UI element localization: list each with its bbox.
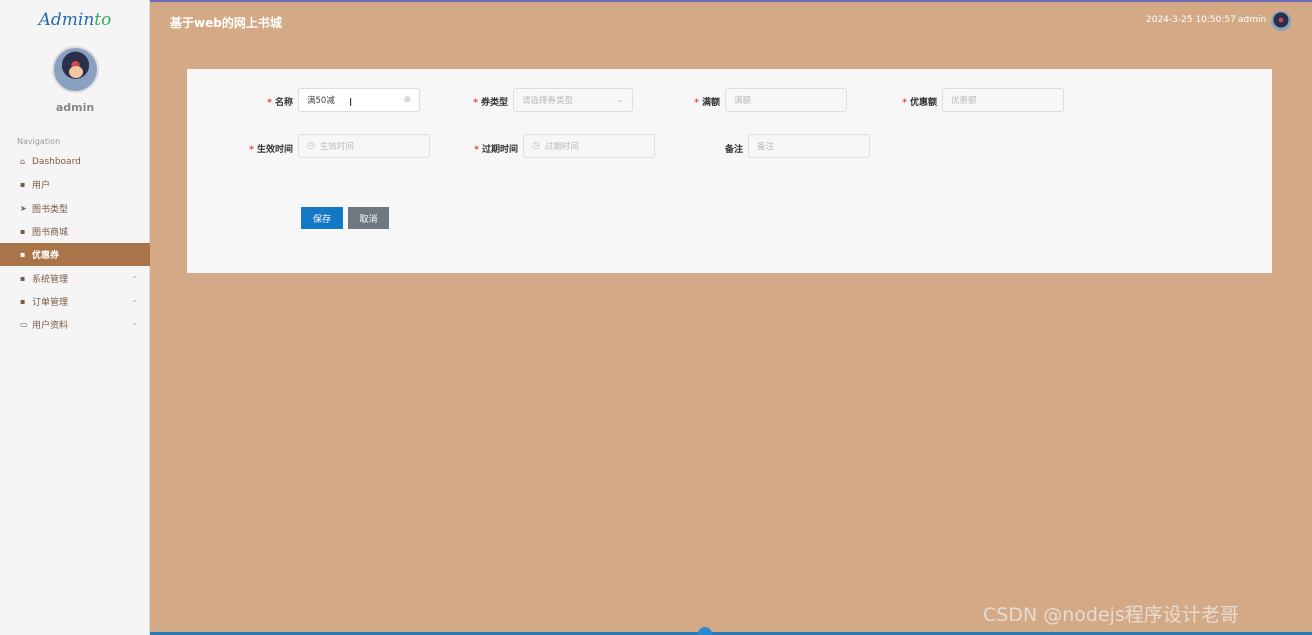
coupon-type-label: * 券类型 bbox=[473, 98, 508, 108]
nav-heading: Navigation bbox=[17, 137, 61, 146]
sidebar-item-users[interactable]: ▪ 用户 bbox=[0, 173, 150, 196]
save-button[interactable]: 保存 bbox=[301, 207, 343, 229]
clock-icon: ◷ bbox=[532, 141, 540, 151]
sidebar-nav: ⌂ Dashboard ▪ 用户 ➤ 图书类型 ▪ 图书商城 ▪ 优惠券 ▪ 系… bbox=[0, 150, 150, 336]
avatar bbox=[52, 46, 99, 93]
cancel-button[interactable]: 取消 bbox=[348, 207, 389, 229]
sidebar-item-label: Dashboard bbox=[32, 156, 81, 167]
full-amount-field[interactable]: 满额 bbox=[725, 88, 847, 112]
logo-accent: to bbox=[94, 10, 112, 30]
sidebar-item-dashboard[interactable]: ⌂ Dashboard bbox=[0, 150, 150, 173]
end-time-placeholder: 过期时间 bbox=[544, 142, 579, 152]
name-field[interactable]: 满50减 ⊗ bbox=[298, 88, 420, 112]
start-time-placeholder: 生效时间 bbox=[319, 142, 354, 152]
scroll-indicator[interactable] bbox=[698, 627, 712, 635]
grid-icon: ▪ bbox=[20, 273, 26, 283]
sidebar-item-orders[interactable]: ▪ 订单管理 ⌄ bbox=[0, 290, 150, 313]
sidebar-item-label: 用户 bbox=[32, 181, 51, 192]
grid-icon: ▪ bbox=[20, 296, 26, 306]
name-label: * 名称 bbox=[267, 98, 293, 108]
chevron-down-icon: ⌄ bbox=[131, 294, 138, 304]
text-cursor-icon: I bbox=[349, 96, 353, 109]
sidebar-item-profile[interactable]: ▭ 用户资料 ⌄ bbox=[0, 313, 150, 336]
home-icon: ⌂ bbox=[20, 157, 26, 167]
start-time-label: * 生效时间 bbox=[249, 145, 293, 155]
sidebar-item-system[interactable]: ▪ 系统管理 ⌄ bbox=[0, 266, 150, 289]
clear-icon[interactable]: ⊗ bbox=[403, 95, 411, 105]
sidebar-item-coupons[interactable]: ▪ 优惠券 bbox=[0, 243, 150, 267]
chevron-down-icon: ⌄ bbox=[131, 318, 138, 328]
avatar[interactable] bbox=[1271, 11, 1291, 31]
card-icon: ▭ bbox=[20, 320, 28, 330]
sidebar-item-label: 系统管理 bbox=[32, 274, 69, 285]
top-username[interactable]: admin bbox=[1238, 15, 1266, 25]
sidebar: Adminto admin Navigation ⌂ Dashboard ▪ 用… bbox=[0, 0, 150, 635]
chevron-down-icon: ⌄ bbox=[616, 95, 624, 105]
sidebar-username: admin bbox=[55, 101, 95, 114]
end-time-picker[interactable]: ◷ 过期时间 bbox=[523, 134, 655, 158]
sidebar-item-label: 优惠券 bbox=[32, 251, 60, 262]
send-icon: ➤ bbox=[20, 203, 27, 213]
discount-field[interactable]: 优惠额 bbox=[942, 88, 1064, 112]
grid-icon: ▪ bbox=[20, 227, 26, 237]
topbar: 基于web的网上书城 2024-3-25 10:50:57 admin bbox=[150, 0, 1312, 44]
clock-icon: ◷ bbox=[307, 141, 315, 151]
datetime: 2024-3-25 10:50:57 bbox=[1146, 15, 1236, 25]
sidebar-item-label: 订单管理 bbox=[32, 297, 69, 308]
discount-placeholder: 优惠额 bbox=[951, 96, 977, 106]
coupon-type-select[interactable]: 请选择券类型 ⌄ bbox=[513, 88, 633, 112]
remark-label: 备注 bbox=[724, 145, 743, 155]
sidebar-item-label: 用户资料 bbox=[32, 321, 69, 332]
sidebar-item-bookstore[interactable]: ▪ 图书商城 bbox=[0, 220, 150, 243]
grid-icon: ▪ bbox=[20, 250, 26, 260]
chevron-down-icon: ⌄ bbox=[131, 271, 138, 281]
grid-icon: ▪ bbox=[20, 180, 26, 190]
coupon-type-placeholder: 请选择券类型 bbox=[522, 96, 574, 106]
page-title: 基于web的网上书城 bbox=[170, 16, 282, 30]
watermark: CSDN @nodejs程序设计老哥 bbox=[983, 604, 1239, 626]
remark-placeholder: 备注 bbox=[757, 142, 775, 152]
remark-field[interactable]: 备注 bbox=[748, 134, 870, 158]
sidebar-item-label: 图书商城 bbox=[32, 228, 69, 239]
sidebar-item-book-types[interactable]: ➤ 图书类型 bbox=[0, 197, 150, 220]
name-value: 满50减 bbox=[307, 96, 335, 106]
app-logo[interactable]: Adminto bbox=[0, 10, 150, 30]
end-time-label: * 过期时间 bbox=[474, 145, 518, 155]
sidebar-item-label: 图书类型 bbox=[32, 204, 69, 215]
start-time-picker[interactable]: ◷ 生效时间 bbox=[298, 134, 430, 158]
full-amount-placeholder: 满额 bbox=[734, 96, 752, 106]
full-amount-label: * 满额 bbox=[694, 98, 720, 108]
logo-text: Admin bbox=[38, 10, 95, 30]
discount-label: * 优惠额 bbox=[902, 98, 937, 108]
